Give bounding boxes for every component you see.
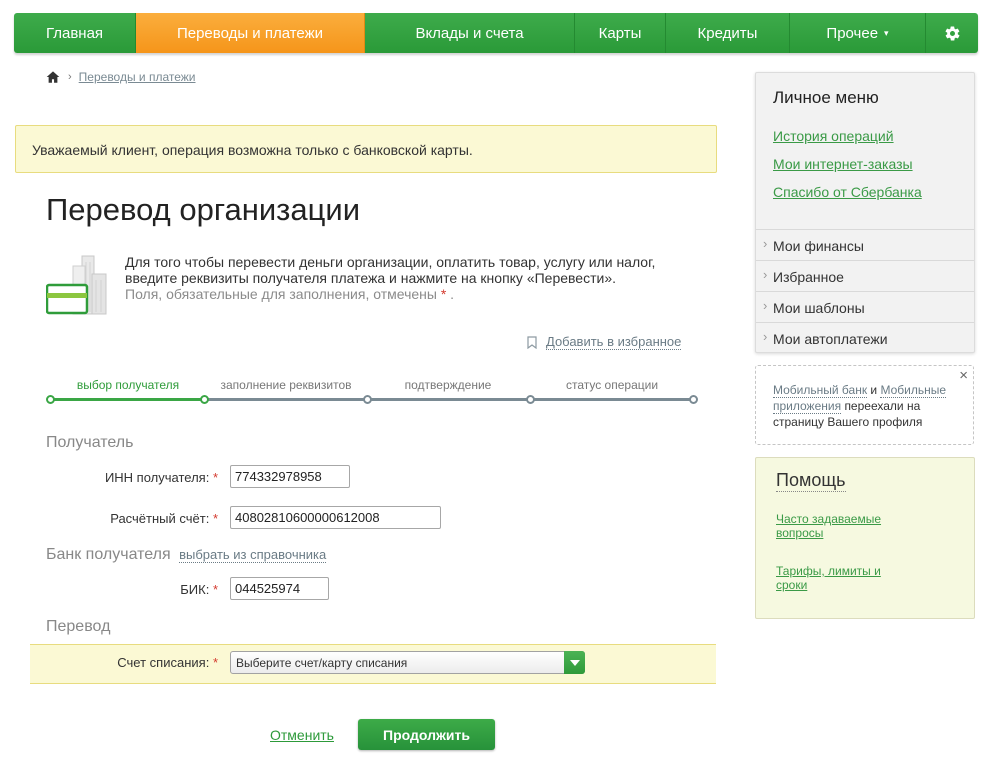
step-dot [46, 395, 55, 404]
step-line-remaining [204, 398, 694, 401]
history-link[interactable]: История операций [773, 128, 894, 144]
required-mark: * [212, 470, 218, 485]
bik-input[interactable] [230, 577, 329, 600]
organization-building-icon [46, 255, 107, 315]
main-navigation: Главная Переводы и платежи Вклады и счет… [14, 13, 978, 53]
debit-account-label: Счет списания: * [60, 655, 218, 670]
add-to-favorites-link[interactable]: Добавить в избранное [546, 334, 682, 350]
nav-item-transfers[interactable]: Переводы и платежи [136, 13, 365, 53]
chevron-down-icon[interactable] [564, 651, 585, 674]
required-mark: * [212, 511, 218, 526]
inn-input[interactable] [230, 465, 350, 488]
nav-item-home[interactable]: Главная [14, 13, 136, 53]
step-dot [526, 395, 535, 404]
help-title[interactable]: Помощь [776, 470, 846, 492]
inn-label-text: ИНН получателя: [104, 470, 210, 485]
step-label-fill-details: заполнение реквизитов [220, 378, 352, 392]
settings-button[interactable] [926, 13, 978, 53]
caret-down-icon: ▾ [884, 27, 889, 38]
help-panel: Помощь Часто задаваемые вопросы Тарифы, … [755, 457, 975, 619]
step-dot [363, 395, 372, 404]
account-label-text: Расчётный счёт: [110, 511, 210, 526]
section-title-recipient: Получатель [46, 434, 134, 451]
spasibo-link[interactable]: Спасибо от Сбербанка [773, 184, 922, 200]
debit-account-select[interactable]: Выберите счет/карту списания [230, 651, 585, 674]
section-title-bank: Банк получателя выбрать из справочника [46, 546, 327, 564]
nav-item-other[interactable]: Прочее ▾ [790, 13, 926, 53]
mobile-notice: × Мобильный банк и Мобильные приложения … [755, 365, 974, 445]
menu-group-finances[interactable]: Мои финансы [756, 229, 974, 260]
debit-label-text: Счет списания: [117, 655, 210, 670]
menu-group-autopayments[interactable]: Мои автоплатежи [756, 322, 974, 353]
required-note-text: Поля, обязательные для заполнения, отмеч… [125, 286, 437, 302]
nav-item-cards[interactable]: Карты [575, 13, 666, 53]
step-line-complete [50, 398, 204, 401]
section-title-transfer: Перевод [46, 618, 111, 635]
debit-account-select-value: Выберите счет/карту списания [236, 656, 408, 670]
page-title: Перевод организации [46, 192, 361, 227]
cancel-link[interactable]: Отменить [270, 727, 334, 743]
mobile-notice-and: и [870, 383, 878, 397]
bik-label: БИК: * [60, 582, 218, 597]
faq-link[interactable]: Часто задаваемые вопросы [776, 512, 896, 540]
required-note-end: . [450, 286, 455, 302]
progress-steps: выбор получателя заполнение реквизитов п… [46, 378, 698, 406]
bik-label-text: БИК: [180, 582, 210, 597]
required-mark: * [212, 655, 218, 670]
nav-label: Вклады и счета [415, 24, 524, 42]
step-dot [200, 395, 209, 404]
step-label-select-recipient: выбор получателя [76, 378, 180, 392]
breadcrumb-link-transfers[interactable]: Переводы и платежи [79, 70, 196, 84]
choose-from-directory-link[interactable]: выбрать из справочника [179, 547, 327, 563]
bank-section-text: Банк получателя [46, 546, 171, 563]
gear-icon [945, 25, 959, 41]
account-label: Расчётный счёт: * [60, 511, 218, 526]
add-to-favorites[interactable]: Добавить в избранное [527, 334, 682, 350]
mobile-bank-link[interactable]: Мобильный банк [773, 383, 868, 398]
card-only-notice: Уважаемый клиент, операция возможна толь… [15, 125, 717, 173]
nav-label: Переводы и платежи [176, 24, 324, 42]
continue-button[interactable]: Продолжить [358, 719, 495, 750]
inn-label: ИНН получателя: * [60, 470, 218, 485]
personal-menu: Личное меню История операций Мои интерне… [755, 72, 975, 353]
required-note: Поля, обязательные для заполнения, отмеч… [125, 286, 454, 302]
nav-label: Главная [45, 24, 104, 42]
menu-group-favorites[interactable]: Избранное [756, 260, 974, 291]
step-label-status: статус операции [565, 378, 659, 392]
internet-orders-link[interactable]: Мои интернет-заказы [773, 156, 913, 172]
required-mark: * [212, 582, 218, 597]
tariffs-link[interactable]: Тарифы, лимиты и сроки [776, 564, 896, 592]
nav-label: Кредиты [697, 24, 758, 42]
home-icon[interactable] [46, 70, 60, 84]
bookmark-icon [527, 335, 537, 349]
nav-item-credits[interactable]: Кредиты [666, 13, 790, 53]
intro-description: Для того чтобы перевести деньги организа… [125, 254, 656, 286]
required-mark: * [440, 286, 447, 302]
menu-group-templates[interactable]: Мои шаблоны [756, 291, 974, 322]
nav-label: Прочее [826, 24, 879, 42]
step-label-confirm: подтверждение [404, 378, 492, 392]
intro-text: Для того чтобы перевести деньги организа… [125, 254, 685, 302]
step-dot [689, 395, 698, 404]
personal-menu-title: Личное меню [773, 88, 879, 107]
chevron-right-icon: › [68, 71, 72, 83]
nav-label: Карты [598, 24, 642, 42]
nav-item-deposits[interactable]: Вклады и счета [365, 13, 575, 53]
close-icon[interactable]: × [959, 368, 968, 384]
account-input[interactable] [230, 506, 441, 529]
breadcrumb: › Переводы и платежи [46, 70, 196, 84]
